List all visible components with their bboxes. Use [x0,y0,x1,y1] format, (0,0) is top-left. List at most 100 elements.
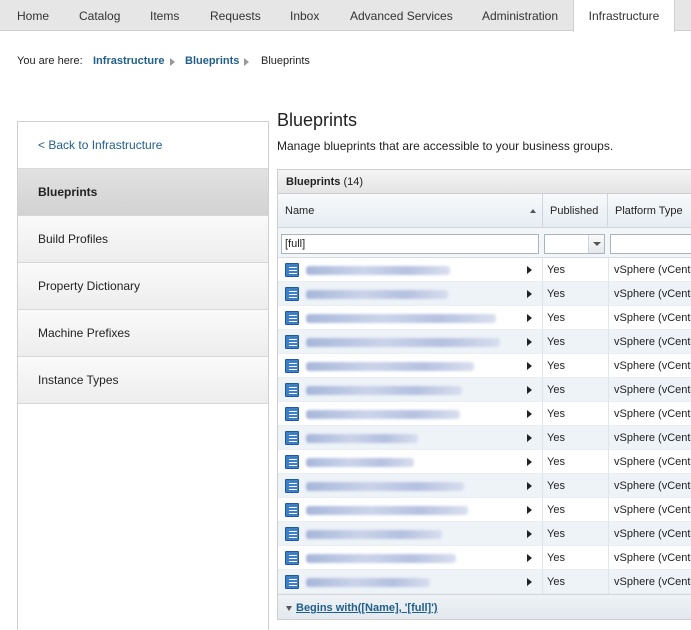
blurred-name[interactable] [306,554,456,563]
expand-arrow-icon[interactable] [527,506,532,514]
blueprint-icon [285,527,299,541]
column-header-published[interactable]: Published [543,194,608,228]
top-nav: Home Catalog Items Requests Inbox Advanc… [0,0,691,32]
platform-filter-input[interactable] [610,234,691,254]
sidebar-item-property-dictionary[interactable]: Property Dictionary [18,263,268,310]
blurred-name[interactable] [306,338,500,347]
sidebar-item-instance-types[interactable]: Instance Types [18,357,268,404]
blurred-name[interactable] [306,578,430,587]
column-header-platform-type[interactable]: Platform Type [608,194,691,228]
blurred-name[interactable] [306,314,496,323]
tab-catalog[interactable]: Catalog [79,0,120,31]
blueprint-icon [285,503,299,517]
expand-arrow-icon[interactable] [527,554,532,562]
column-header-name-label: Name [285,205,315,217]
expand-arrow-icon[interactable] [527,290,532,298]
sort-ascending-icon[interactable] [530,209,536,213]
platform-cell: vSphere (vCenter) [608,402,691,426]
table-row[interactable]: Yes vSphere (vCenter) [278,378,691,402]
platform-cell: vSphere (vCenter) [608,378,691,402]
blurred-name[interactable] [306,290,448,299]
sidebar: < Back to Infrastructure Blueprints Buil… [17,121,269,630]
expand-arrow-icon[interactable] [527,578,532,586]
table-row[interactable]: Yes vSphere (vCenter) [278,474,691,498]
blurred-name[interactable] [306,362,474,371]
sidebar-item-machine-prefixes[interactable]: Machine Prefixes [18,310,268,357]
expand-arrow-icon[interactable] [527,434,532,442]
platform-cell: vSphere (vCenter) [608,306,691,330]
tab-home[interactable]: Home [17,0,49,31]
name-filter-input[interactable] [281,234,539,254]
blueprint-icon [285,383,299,397]
blueprint-icon [285,311,299,325]
breadcrumb-current: Blueprints [261,55,310,67]
blueprint-icon [285,287,299,301]
sidebar-item-build-profiles[interactable]: Build Profiles [18,216,268,263]
table-row[interactable]: Yes vSphere (vCenter) [278,522,691,546]
blurred-name[interactable] [306,266,450,275]
published-cell: Yes [542,402,608,426]
table-row[interactable]: Yes vSphere (vCenter) [278,330,691,354]
expand-arrow-icon[interactable] [527,386,532,394]
breadcrumb-separator-icon [170,58,175,66]
column-header-name[interactable]: Name [278,194,543,228]
published-cell: Yes [542,450,608,474]
expand-arrow-icon[interactable] [527,530,532,538]
blurred-name[interactable] [306,434,418,443]
platform-cell: vSphere (vCenter) [608,522,691,546]
blueprint-icon [285,407,299,421]
tab-requests[interactable]: Requests [210,0,261,31]
published-cell: Yes [542,498,608,522]
table-row[interactable]: Yes vSphere (vCenter) [278,282,691,306]
tab-administration[interactable]: Administration [482,0,558,31]
table-row[interactable]: Yes vSphere (vCenter) [278,354,691,378]
blueprint-icon [285,455,299,469]
published-cell: Yes [542,570,608,594]
blurred-name[interactable] [306,530,442,539]
table-row[interactable]: Yes vSphere (vCenter) [278,450,691,474]
blueprint-icon [285,479,299,493]
table-row[interactable]: Yes vSphere (vCenter) [278,306,691,330]
back-to-infrastructure-link[interactable]: < Back to Infrastructure [18,122,268,169]
blueprint-icon [285,575,299,589]
dropdown-arrow[interactable] [588,235,604,253]
published-cell: Yes [542,426,608,450]
tab-inbox[interactable]: Inbox [290,0,319,31]
page-subtitle: Manage blueprints that are accessible to… [277,139,614,153]
expand-arrow-icon[interactable] [527,266,532,274]
expand-arrow-icon[interactable] [527,482,532,490]
blurred-name[interactable] [306,410,460,419]
blurred-name[interactable] [306,506,468,515]
table-row[interactable]: Yes vSphere (vCenter) [278,426,691,450]
expand-arrow-icon[interactable] [527,458,532,466]
breadcrumb-infrastructure-link[interactable]: Infrastructure [93,55,165,67]
published-filter-select[interactable] [544,234,605,254]
blurred-name[interactable] [306,386,462,395]
platform-cell: vSphere (vCenter) [608,474,691,498]
expand-arrow-icon[interactable] [527,362,532,370]
table-row[interactable]: Yes vSphere (vCenter) [278,402,691,426]
breadcrumb-blueprints-link[interactable]: Blueprints [185,55,239,67]
blurred-name[interactable] [306,482,464,491]
blueprint-icon [285,551,299,565]
tab-items[interactable]: Items [150,0,179,31]
expand-arrow-icon[interactable] [527,314,532,322]
grid-title-bar: Blueprints (14) [278,170,691,194]
tab-infrastructure[interactable]: Infrastructure [573,0,675,32]
active-filter-link[interactable]: Begins with([Name], '[full]') [296,602,438,614]
expand-arrow-icon[interactable] [527,410,532,418]
expand-arrow-icon[interactable] [527,338,532,346]
table-row[interactable]: Yes vSphere (vCenter) [278,546,691,570]
sidebar-item-blueprints[interactable]: Blueprints [18,169,268,216]
platform-cell: vSphere (vCenter) [608,354,691,378]
tab-advanced-services[interactable]: Advanced Services [350,0,453,31]
table-row[interactable]: Yes vSphere (vCenter) [278,570,691,594]
table-row[interactable]: Yes vSphere (vCenter) [278,498,691,522]
platform-cell: vSphere (vCenter) [608,258,691,282]
blurred-name[interactable] [306,458,414,467]
published-cell: Yes [542,306,608,330]
published-cell: Yes [542,474,608,498]
blueprint-icon [285,431,299,445]
table-row[interactable]: Yes vSphere (vCenter) [278,258,691,282]
blueprint-icon [285,263,299,277]
